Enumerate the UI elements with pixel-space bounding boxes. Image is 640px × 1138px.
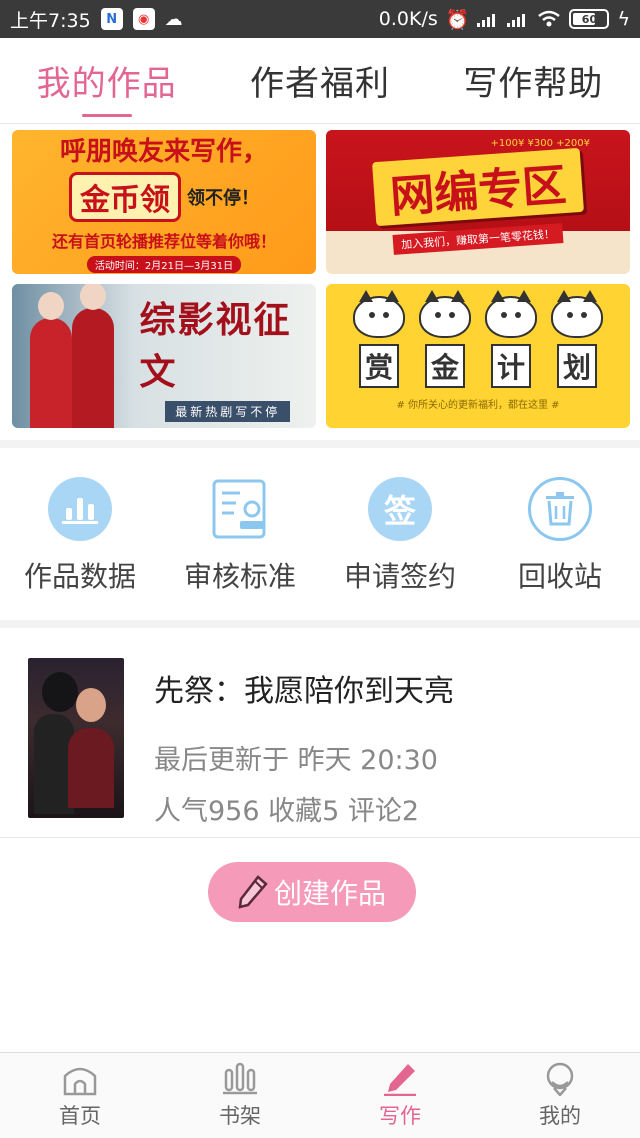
cat-card: 计 xyxy=(485,290,537,388)
status-time: 上午7:35 xyxy=(10,9,91,32)
work-title: 先祭：我愿陪你到天亮 xyxy=(154,674,454,709)
nav-label: 书架 xyxy=(219,1103,261,1128)
tab-label: 我的作品 xyxy=(36,64,177,104)
banner-text: 综影视征文 最新热剧写不停 xyxy=(139,291,316,422)
bounty-char: 划 xyxy=(557,344,597,388)
write-icon xyxy=(384,1063,416,1096)
n-app-icon: N xyxy=(100,8,123,30)
banner-invite-friends[interactable]: 呼朋唤友来写作， 金币领 领不停！ 还有首页轮播推荐位等着你哦！ 活动时间：2月… xyxy=(12,130,316,274)
nav-home[interactable]: 首页 xyxy=(0,1053,160,1138)
banner-line: 领不停！ xyxy=(187,188,259,209)
quick-actions: 作品数据 审核标准 签 申请签约 回收站 xyxy=(0,452,640,620)
quick-action-label: 审核标准 xyxy=(183,560,296,593)
tab-active-indicator xyxy=(81,114,132,117)
quick-action-work-data[interactable]: 作品数据 xyxy=(0,452,160,620)
tab-label: 写作帮助 xyxy=(463,64,604,104)
cat-icon xyxy=(353,290,405,338)
profile-icon xyxy=(546,1062,574,1096)
cat-card: 赏 xyxy=(353,290,405,388)
nav-write[interactable]: 写作 xyxy=(320,1053,480,1138)
work-cover-image xyxy=(28,658,124,818)
signal-icon xyxy=(507,14,526,27)
cat-icon xyxy=(551,290,603,338)
document-stamp-icon xyxy=(208,477,272,541)
banner-bounty-plan[interactable]: 赏 金 计 划 # 你所关心的更新福利，都在这里 # xyxy=(326,284,630,428)
work-stats: 人气956 收藏5 评论2 xyxy=(154,796,420,827)
banner-editor-zone[interactable]: +100¥ ¥300 +200¥ 网编专区 加入我们，赚取第一笔零花钱！ xyxy=(326,130,630,274)
nav-label: 写作 xyxy=(379,1103,421,1128)
quick-action-recycle-bin[interactable]: 回收站 xyxy=(480,452,640,620)
banner-title: 综影视征文 xyxy=(139,298,292,393)
work-item[interactable]: 先祭：我愿陪你到天亮 最后更新于 昨天 20:30 人气956 收藏5 评论2 xyxy=(0,628,640,838)
banner-grid: 呼朋唤友来写作， 金币领 领不停！ 还有首页轮播推荐位等着你哦！ 活动时间：2月… xyxy=(12,130,630,428)
cat-icon xyxy=(485,290,537,338)
bounty-char: 金 xyxy=(425,344,465,388)
banner-row: 金币领 领不停！ xyxy=(69,172,259,222)
bookshelf-icon xyxy=(223,1062,257,1094)
quick-action-label: 作品数据 xyxy=(23,560,136,593)
nav-label: 我的 xyxy=(539,1103,581,1128)
signal-icon xyxy=(477,14,496,27)
tab-my-works[interactable]: 我的作品 xyxy=(0,38,213,123)
banner-subtitle: 最新热剧写不停 xyxy=(165,400,291,422)
quick-action-apply-contract[interactable]: 签 申请签约 xyxy=(320,452,480,620)
cloud-icon: ☁ xyxy=(164,8,183,30)
bounty-char: 赏 xyxy=(359,344,399,388)
section-divider xyxy=(0,440,640,448)
banner-line: 呼朋唤友来写作， xyxy=(59,137,268,167)
status-bar: 上午7:35 N ◉ ☁ 0.0K/s ⏰ 60 ϟ xyxy=(0,0,640,38)
cat-icon xyxy=(419,290,471,338)
alarm-icon: ⏰ xyxy=(445,8,470,31)
banner-title: 网编专区 xyxy=(372,147,584,227)
work-updated: 最后更新于 昨天 20:30 xyxy=(154,745,438,776)
bar-chart-icon xyxy=(48,477,112,541)
bounty-cats: 赏 金 计 划 xyxy=(353,290,603,388)
tab-writing-help[interactable]: 写作帮助 xyxy=(427,38,640,123)
banner-subtitle: 加入我们，赚取第一笔零花钱！ xyxy=(392,223,564,255)
home-icon xyxy=(63,1067,97,1095)
bounty-char: 计 xyxy=(491,344,531,388)
sign-glyph: 签 xyxy=(383,492,416,530)
cat-card: 划 xyxy=(551,290,603,388)
nav-profile[interactable]: 我的 xyxy=(480,1053,640,1138)
network-speed: 0.0K/s xyxy=(378,8,438,30)
work-info: 先祭：我愿陪你到天亮 最后更新于 昨天 20:30 人气956 收藏5 评论2 xyxy=(154,658,454,837)
trash-icon xyxy=(528,477,592,541)
cat-card: 金 xyxy=(419,290,471,388)
nav-label: 首页 xyxy=(59,1103,101,1128)
quick-action-label: 回收站 xyxy=(517,560,602,593)
nav-bookshelf[interactable]: 书架 xyxy=(160,1053,320,1138)
banner-footer: # 你所关心的更新福利，都在这里 # xyxy=(396,400,560,411)
pencil-icon xyxy=(238,875,268,909)
wifi-icon xyxy=(538,10,561,27)
charging-icon: ϟ xyxy=(617,8,630,30)
tab-label: 作者福利 xyxy=(249,64,390,104)
bottom-nav: 首页 书架 写作 我的 xyxy=(0,1052,640,1138)
q-app-icon: ◉ xyxy=(132,8,155,30)
banner-drama-contest[interactable]: 综影视征文 最新热剧写不停 xyxy=(12,284,316,428)
tab-author-benefits[interactable]: 作者福利 xyxy=(213,38,426,123)
banner-line: 还有首页轮播推荐位等着你哦！ xyxy=(51,232,276,251)
quick-action-review-standards[interactable]: 审核标准 xyxy=(160,452,320,620)
section-divider xyxy=(0,620,640,628)
sign-icon: 签 xyxy=(368,477,432,541)
create-work-button[interactable]: 创建作品 xyxy=(208,862,416,922)
battery-icon: 60 xyxy=(569,9,610,29)
create-work-label: 创建作品 xyxy=(273,877,386,910)
quick-action-label: 申请签约 xyxy=(343,560,456,593)
banner-coin-text: 金币领 xyxy=(69,172,181,222)
banner-date: 活动时间：2月21日—3月31日 xyxy=(86,256,242,273)
banner-illustration xyxy=(12,284,123,428)
top-tabs: 我的作品 作者福利 写作帮助 xyxy=(0,38,640,124)
